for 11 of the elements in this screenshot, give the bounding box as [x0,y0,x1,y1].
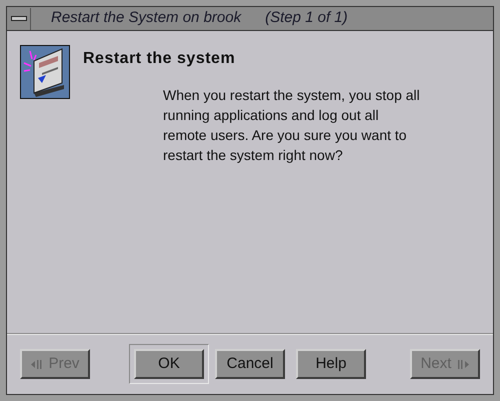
dialog-heading: Restart the system [83,49,236,69]
previous-arrow-icon [30,360,43,368]
window-title: Restart the System on brook [51,8,242,28]
restart-document-icon [20,45,70,99]
step-indicator: (Step 1 of 1) [265,8,348,28]
dialog-button[interactable]: Cancel [215,349,285,379]
minimize-bar-icon [10,16,26,21]
dialog-button[interactable]: Help [296,349,366,379]
dialog-message: When you restart the system, you stop all running applications and log out all remote users. Are you sure you want to restart the system right now? [163,86,421,165]
next-arrow-icon [457,360,470,368]
dialog-button[interactable]: OK [134,349,204,379]
